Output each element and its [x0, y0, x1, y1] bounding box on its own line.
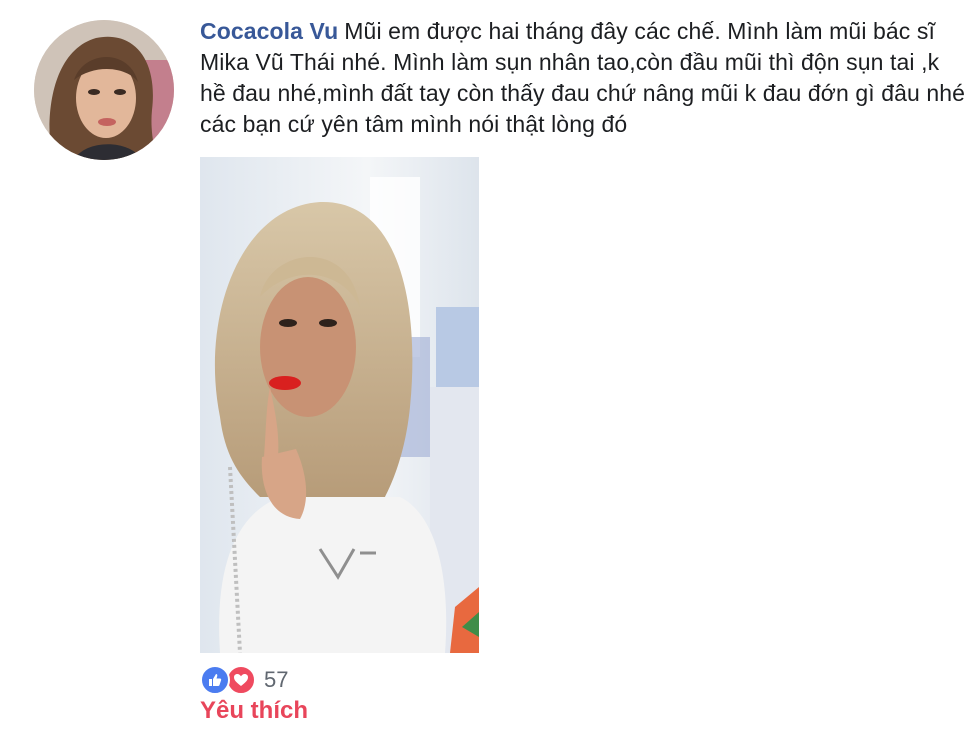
author-name[interactable]: Cocacola Vu: [200, 18, 338, 44]
comment-photo[interactable]: [200, 157, 479, 653]
reaction-count: 57: [264, 667, 289, 692]
comment-card: Cocacola Vu Mũi em được hai tháng đây các…: [0, 0, 980, 735]
like-button[interactable]: Yêu thích: [200, 697, 308, 725]
comment-body: Cocacola Vu Mũi em được hai tháng đây các…: [200, 16, 970, 140]
avatar[interactable]: [34, 20, 174, 160]
reaction-summary[interactable]: 57: [200, 665, 288, 695]
love-icon: [226, 665, 256, 695]
like-icon: [200, 665, 230, 695]
